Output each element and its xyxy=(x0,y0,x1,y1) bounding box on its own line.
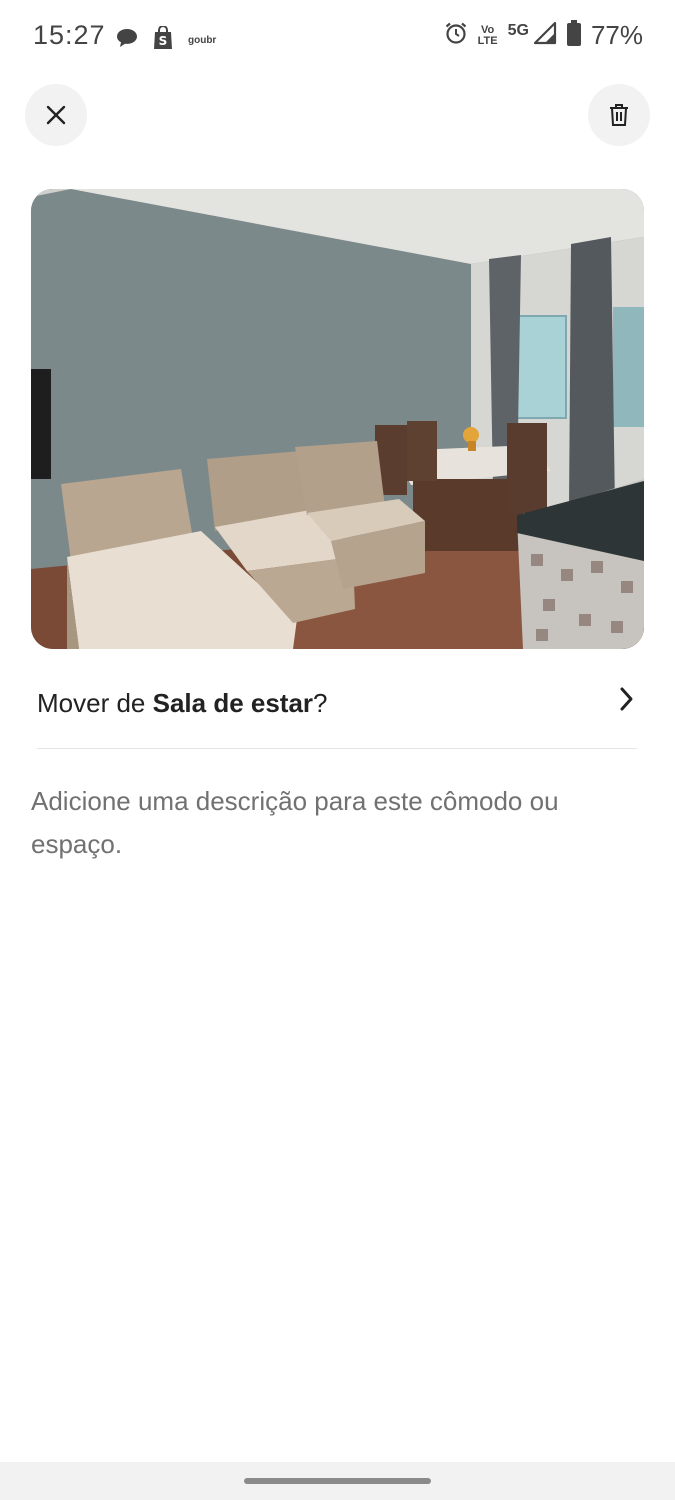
description-input[interactable]: Adicione uma descrição para este cômodo … xyxy=(31,780,641,866)
close-button[interactable] xyxy=(25,84,87,146)
move-room-row[interactable]: Mover de Sala de estar? xyxy=(37,668,637,749)
notification-icons: S goubr xyxy=(116,25,217,55)
status-time: 15:27 xyxy=(33,20,106,50)
navigation-bar xyxy=(0,1462,675,1500)
status-right-icons: Vo LTE 5G 77% xyxy=(444,20,643,51)
svg-text:S: S xyxy=(159,34,168,48)
volte-icon: Vo LTE xyxy=(477,23,498,47)
shopping-bag-icon: S xyxy=(152,25,174,55)
signal-icon xyxy=(533,21,557,50)
home-indicator[interactable] xyxy=(244,1478,431,1484)
close-icon xyxy=(46,105,66,125)
battery-percentage: 77% xyxy=(590,20,643,50)
move-room-text: Mover de Sala de estar? xyxy=(37,688,328,718)
trash-icon xyxy=(610,104,628,126)
chat-bubble-icon xyxy=(116,28,138,53)
screen: 15:27 S goubr Vo LTE 5G 77% Mover de Sal… xyxy=(0,0,675,1500)
living-room-photo[interactable] xyxy=(31,189,644,649)
room-name: Sala de estar xyxy=(152,688,314,718)
chevron-right-icon xyxy=(619,686,635,717)
network-type: 5G xyxy=(507,21,529,39)
goubr-logo: goubr xyxy=(188,35,217,46)
status-bar: 15:27 S goubr Vo LTE 5G 77% xyxy=(0,0,675,76)
battery-icon xyxy=(566,20,581,51)
delete-button[interactable] xyxy=(588,84,650,146)
alarm-icon xyxy=(444,21,468,50)
